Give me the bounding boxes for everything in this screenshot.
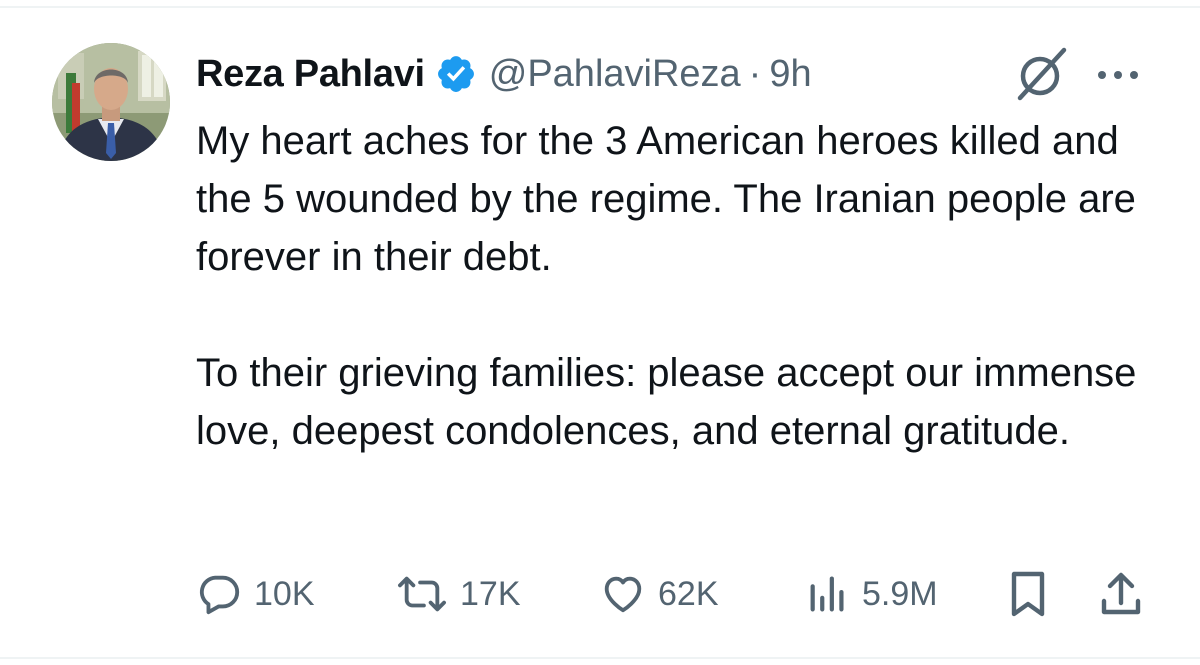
repost-arrows-icon [398, 576, 446, 612]
top-divider [0, 6, 1200, 8]
share-upload-icon [1101, 572, 1141, 615]
bar-chart-icon [810, 576, 844, 612]
reply-count: 10K [254, 574, 315, 613]
tweet-card: Reza Pahlavi @PahlaviReza · 9h My heart … [0, 0, 1200, 665]
heart-icon [604, 576, 642, 613]
bottom-divider [0, 657, 1200, 659]
timestamp[interactable]: 9h [769, 53, 811, 96]
author-handle[interactable]: @PahlaviReza [489, 53, 741, 96]
repost-count: 17K [460, 574, 521, 613]
views-button[interactable]: 5.9M [806, 566, 938, 622]
avatar[interactable] [52, 43, 170, 161]
tweet-text: My heart aches for the 3 American heroes… [196, 112, 1156, 460]
bookmark-icon [1011, 571, 1045, 617]
tweet-header: Reza Pahlavi @PahlaviReza · 9h [196, 46, 812, 102]
views-count: 5.9M [862, 574, 938, 613]
verified-badge-icon [435, 53, 477, 95]
separator-dot: · [748, 52, 762, 95]
grok-icon[interactable] [1010, 44, 1070, 104]
bookmark-button[interactable] [1008, 566, 1048, 622]
more-dots-icon[interactable] [1094, 60, 1142, 90]
action-bar: 10K 17K 62K 5.9M [196, 566, 1156, 622]
tweet-paragraph-1: My heart aches for the 3 American heroes… [196, 119, 1136, 279]
like-count: 62K [658, 574, 719, 613]
share-button[interactable] [1098, 566, 1144, 622]
repost-button[interactable]: 17K [396, 566, 521, 622]
display-name[interactable]: Reza Pahlavi [196, 53, 425, 96]
speech-bubble-icon [199, 575, 240, 615]
reply-button[interactable]: 10K [196, 566, 315, 622]
tweet-paragraph-2: To their grieving families: please accep… [196, 351, 1137, 453]
like-button[interactable]: 62K [600, 566, 719, 622]
